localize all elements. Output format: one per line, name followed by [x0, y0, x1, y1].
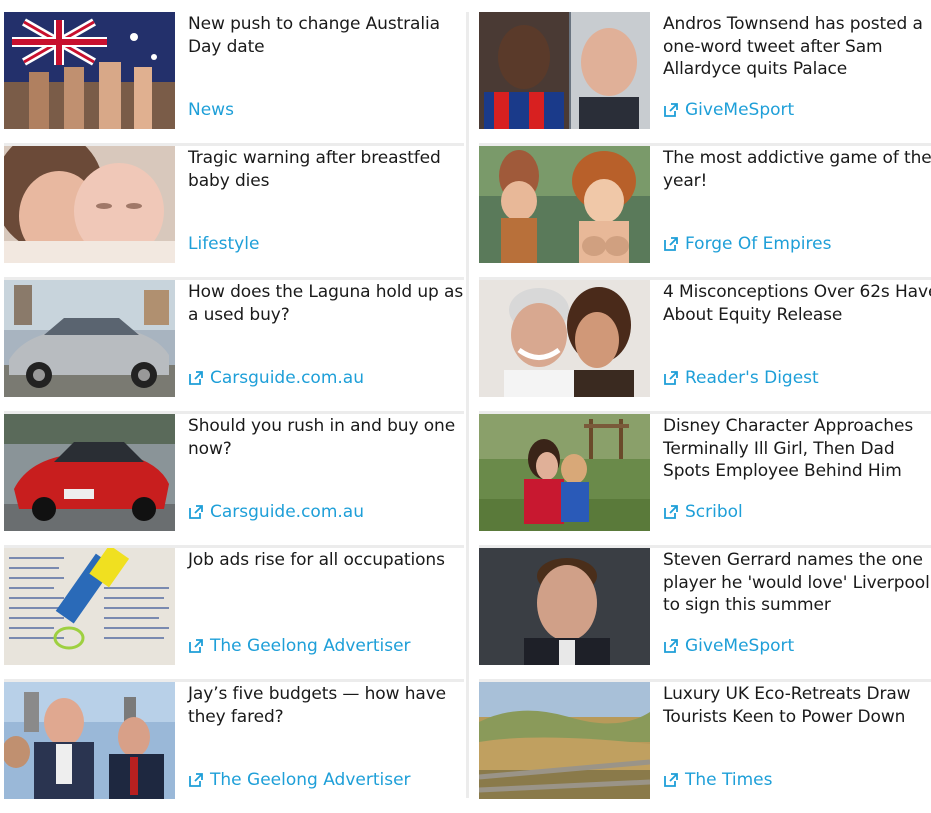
card-text: Tragic warning after breastfed baby dies…	[175, 146, 464, 277]
headline[interactable]: The most addictive game of the year!	[663, 147, 931, 192]
external-link-icon	[189, 773, 203, 787]
source-label: The Geelong Advertiser	[210, 636, 411, 656]
external-link-icon	[189, 639, 203, 653]
card-text: Andros Townsend has posted a one-word tw…	[650, 12, 931, 143]
politicians-photo[interactable]	[4, 682, 175, 799]
game-characters-photo[interactable]	[479, 146, 650, 263]
card-text: How does the Laguna hold up as a used bu…	[175, 280, 464, 411]
footballers-photo[interactable]	[479, 12, 650, 129]
news-card[interactable]: Jay’s five budgets — how have they fared…	[4, 682, 464, 813]
older-couple-photo[interactable]	[479, 280, 650, 397]
card-text: Job ads rise for all occupations The Gee…	[175, 548, 464, 679]
news-card[interactable]: Tragic warning after breastfed baby dies…	[4, 146, 464, 280]
news-card[interactable]: Luxury UK Eco-Retreats Draw Tourists Kee…	[479, 682, 931, 813]
right-column: Andros Townsend has posted a one-word tw…	[479, 12, 931, 813]
news-card[interactable]: Job ads rise for all occupations The Gee…	[4, 548, 464, 682]
headline[interactable]: Jay’s five budgets — how have they fared…	[188, 683, 464, 728]
card-text: Luxury UK Eco-Retreats Draw Tourists Kee…	[650, 682, 931, 813]
news-card[interactable]: Disney Character Approaches Terminally I…	[479, 414, 931, 548]
news-card[interactable]: Should you rush in and buy one now? Cars…	[4, 414, 464, 548]
source-label: The Times	[685, 770, 773, 790]
source-label: Forge Of Empires	[685, 234, 832, 254]
card-text: New push to change Australia Day date Ne…	[175, 12, 464, 143]
news-card[interactable]: 4 Misconceptions Over 62s Have About Equ…	[479, 280, 931, 414]
news-card[interactable]: Steven Gerrard names the one player he '…	[479, 548, 931, 682]
headline[interactable]: Job ads rise for all occupations	[188, 549, 464, 572]
external-link-icon	[664, 639, 678, 653]
source-link[interactable]: The Geelong Advertiser	[188, 636, 411, 656]
source-label: Carsguide.com.au	[210, 502, 364, 522]
source-label: Reader's Digest	[685, 368, 819, 388]
news-card[interactable]: Andros Townsend has posted a one-word tw…	[479, 12, 931, 146]
card-text: Steven Gerrard names the one player he '…	[650, 548, 931, 679]
source-link[interactable]: Lifestyle	[188, 234, 259, 254]
column-divider	[466, 12, 469, 798]
source-label: News	[188, 100, 234, 120]
source-link[interactable]: Carsguide.com.au	[188, 502, 364, 522]
headline[interactable]: Should you rush in and buy one now?	[188, 415, 464, 460]
countryside-photo[interactable]	[479, 682, 650, 799]
card-text: Jay’s five budgets — how have they fared…	[175, 682, 464, 813]
external-link-icon	[664, 103, 678, 117]
headline[interactable]: New push to change Australia Day date	[188, 13, 464, 58]
mother-and-baby-photo[interactable]	[4, 146, 175, 263]
news-card[interactable]: New push to change Australia Day date Ne…	[4, 12, 464, 146]
source-label: Lifestyle	[188, 234, 260, 254]
news-grid: New push to change Australia Day date Ne…	[0, 0, 931, 799]
mother-and-child-photo[interactable]	[479, 414, 650, 531]
source-label: Carsguide.com.au	[210, 368, 364, 388]
source-link[interactable]: GiveMeSport	[663, 100, 794, 120]
left-column: New push to change Australia Day date Ne…	[4, 12, 464, 813]
news-card[interactable]: How does the Laguna hold up as a used bu…	[4, 280, 464, 414]
source-label: Scribol	[685, 502, 743, 522]
job-ads-newspaper-photo[interactable]	[4, 548, 175, 665]
external-link-icon	[664, 371, 678, 385]
headline[interactable]: Disney Character Approaches Terminally I…	[663, 415, 931, 483]
source-link[interactable]: Scribol	[663, 502, 743, 522]
external-link-icon	[664, 773, 678, 787]
external-link-icon	[664, 237, 678, 251]
headline[interactable]: How does the Laguna hold up as a used bu…	[188, 281, 464, 326]
news-card[interactable]: The most addictive game of the year! For…	[479, 146, 931, 280]
source-label: GiveMeSport	[685, 636, 795, 656]
source-link[interactable]: Reader's Digest	[663, 368, 819, 388]
headline[interactable]: Luxury UK Eco-Retreats Draw Tourists Kee…	[663, 683, 931, 728]
source-link[interactable]: The Geelong Advertiser	[188, 770, 411, 790]
source-label: The Geelong Advertiser	[210, 770, 411, 790]
source-link[interactable]: News	[188, 100, 234, 120]
card-text: Should you rush in and buy one now? Cars…	[175, 414, 464, 545]
australian-flag-photo[interactable]	[4, 12, 175, 129]
red-car-photo[interactable]	[4, 414, 175, 531]
source-link[interactable]: Forge Of Empires	[663, 234, 831, 254]
source-label: GiveMeSport	[685, 100, 795, 120]
source-link[interactable]: Carsguide.com.au	[188, 368, 364, 388]
card-text: The most addictive game of the year! For…	[650, 146, 931, 277]
headline[interactable]: Tragic warning after breastfed baby dies	[188, 147, 464, 192]
headline[interactable]: 4 Misconceptions Over 62s Have About Equ…	[663, 281, 931, 326]
card-text: 4 Misconceptions Over 62s Have About Equ…	[650, 280, 931, 411]
headline[interactable]: Andros Townsend has posted a one-word tw…	[663, 13, 931, 81]
silver-car-photo[interactable]	[4, 280, 175, 397]
external-link-icon	[189, 505, 203, 519]
source-link[interactable]: The Times	[663, 770, 772, 790]
card-text: Disney Character Approaches Terminally I…	[650, 414, 931, 545]
source-link[interactable]: GiveMeSport	[663, 636, 794, 656]
headline[interactable]: Steven Gerrard names the one player he '…	[663, 549, 931, 617]
external-link-icon	[189, 371, 203, 385]
steven-gerrard-photo[interactable]	[479, 548, 650, 665]
external-link-icon	[664, 505, 678, 519]
